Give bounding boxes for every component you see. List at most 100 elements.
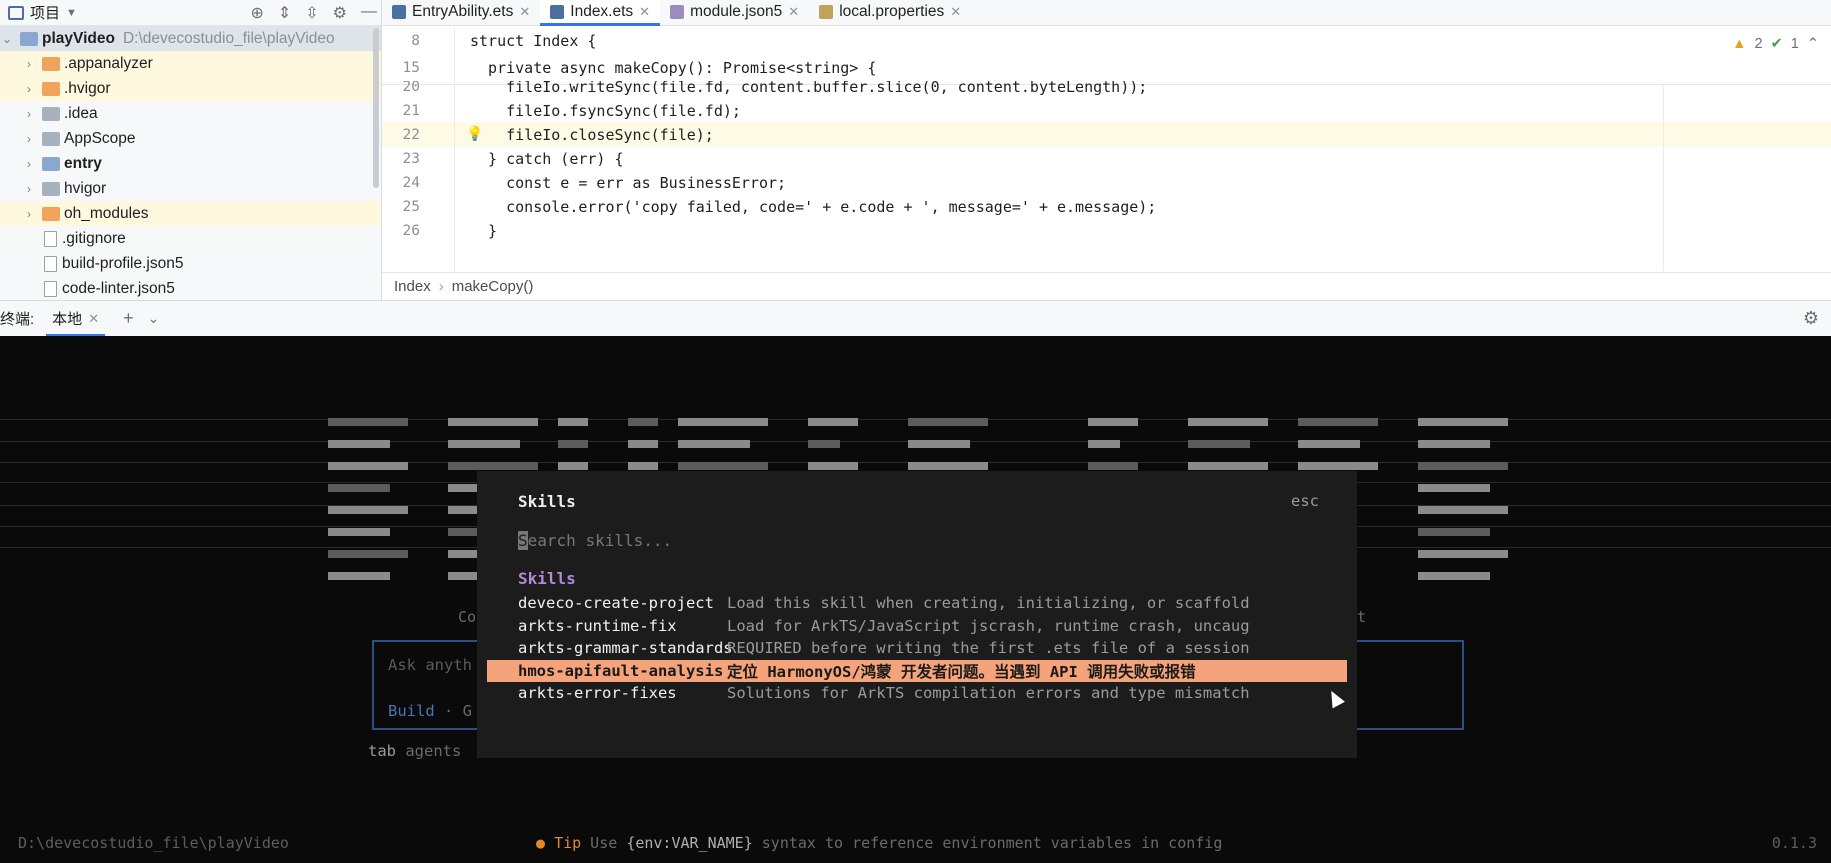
tree-item[interactable]: › hvigor	[0, 176, 381, 201]
tip-line: ● Tip Use {env:VAR_NAME} syntax to refer…	[536, 834, 1222, 852]
chevron-down-icon[interactable]: ⌄	[148, 310, 160, 327]
line-number: 22	[402, 126, 420, 143]
tab-key: tab	[368, 742, 396, 760]
code-line[interactable]: 25 console.error('copy failed, code=' + …	[382, 194, 1831, 219]
folder-icon	[42, 106, 60, 121]
banner-block	[1188, 462, 1268, 470]
lightbulb-icon[interactable]: 💡	[466, 125, 483, 142]
skills-dialog-title: Skills	[518, 492, 576, 511]
code-line[interactable]: 8 struct Index {	[382, 28, 1831, 53]
close-icon[interactable]: ✕	[639, 4, 650, 20]
banner-block	[678, 418, 768, 426]
locate-icon[interactable]: ⊕	[250, 3, 263, 23]
chevron-up-icon[interactable]: ⌃	[1807, 36, 1819, 52]
skills-section-header: Skills	[518, 569, 576, 588]
tree-root-playvideo[interactable]: ⌄ playVideo D:\devecostudio_file\playVideo	[0, 26, 381, 51]
banner-block	[1418, 528, 1490, 536]
terminal-settings-gear-icon[interactable]: ⚙	[1803, 308, 1819, 329]
terminal-screen[interactable]: Co t Ask anyth Build · G tab agents D:\d…	[0, 336, 1831, 863]
code-line[interactable]: 24 const e = err as BusinessError;	[382, 170, 1831, 195]
banner-block	[1298, 418, 1378, 426]
warning-icon: ▲	[1732, 36, 1747, 52]
tree-item[interactable]: › .idea	[0, 101, 381, 126]
chevron-right-icon[interactable]: ›	[22, 82, 36, 96]
tree-root-path: D:\devecostudio_file\playVideo	[122, 29, 335, 47]
skills-search-input[interactable]: Search skills...	[518, 531, 672, 550]
banner-block	[328, 440, 390, 448]
line-number: 26	[402, 222, 420, 239]
breadcrumb-item-method[interactable]: makeCopy()	[452, 278, 534, 295]
banner-block	[1188, 440, 1250, 448]
code-line[interactable]: 22 fileIo.closeSync(file);	[382, 122, 1831, 147]
close-icon[interactable]: ✕	[950, 4, 961, 20]
tree-item-label: .idea	[64, 104, 98, 122]
chevron-right-icon[interactable]: ›	[22, 182, 36, 196]
skills-dialog: Skills esc Search skills... Skills devec…	[477, 471, 1357, 758]
banner-block	[808, 462, 858, 470]
code-text: fileIo.fsyncSync(file.fd);	[470, 101, 741, 120]
breadcrumb-separator-icon: ›	[438, 278, 444, 295]
tree-item[interactable]: › entry	[0, 151, 381, 176]
terminal-tab-local[interactable]: 本地 ✕	[42, 301, 109, 337]
skill-item[interactable]: arkts-runtime-fix Load for ArkTS/JavaScri…	[487, 615, 1347, 637]
terminal-tab-label: 本地	[52, 311, 83, 328]
banner-block	[908, 418, 988, 426]
tab-agents-hint: tab agents	[368, 742, 461, 760]
code-text: fileIo.closeSync(file);	[470, 125, 714, 144]
skill-name: arkts-runtime-fix	[518, 616, 677, 635]
code-line[interactable]: 26 }	[382, 218, 1831, 243]
tree-item[interactable]: build-profile.json5	[0, 251, 381, 276]
chevron-right-icon[interactable]: ›	[22, 157, 36, 171]
tree-item[interactable]: › .appanalyzer	[0, 51, 381, 76]
skill-item[interactable]: hmos-apifault-analysis 定位 HarmonyOS/鸿蒙 开发…	[487, 659, 1347, 682]
file-icon	[44, 255, 57, 272]
editor-tab[interactable]: EntryAbility.ets ✕	[382, 0, 540, 25]
code-text: const e = err as BusinessError;	[470, 173, 787, 192]
editor-tab[interactable]: module.json5 ✕	[660, 0, 809, 25]
skill-item[interactable]: arkts-grammar-standards REQUIRED before w…	[487, 637, 1347, 659]
close-icon[interactable]: ✕	[88, 311, 99, 327]
code-line[interactable]: 21 fileIo.fsyncSync(file.fd);	[382, 98, 1831, 123]
expand-all-icon[interactable]: ⇕	[278, 3, 291, 23]
sidebar-scrollbar[interactable]	[373, 28, 379, 188]
ok-count: 1	[1790, 36, 1799, 52]
tree-item[interactable]: › AppScope	[0, 126, 381, 151]
skill-item[interactable]: arkts-error-fixes Solutions for ArkTS com…	[487, 682, 1347, 704]
skill-name: hmos-apifault-analysis	[518, 661, 724, 680]
terminal-label: 终端:	[0, 311, 35, 328]
banner-block	[558, 440, 588, 448]
banner-block	[328, 550, 408, 558]
chevron-down-icon[interactable]: ⌄	[0, 32, 14, 46]
code-text: struct Index {	[470, 31, 597, 50]
tree-item-label: .gitignore	[62, 229, 126, 247]
tree-item[interactable]: › .hvigor	[0, 76, 381, 101]
close-icon[interactable]: ✕	[788, 4, 799, 20]
editor-tab[interactable]: Index.ets ✕	[540, 0, 661, 26]
banner-block	[1298, 440, 1360, 448]
tree-item[interactable]: › oh_modules	[0, 201, 381, 226]
chevron-right-icon[interactable]: ›	[22, 207, 36, 221]
banner-block	[908, 462, 988, 470]
add-tab-icon[interactable]: +	[123, 308, 134, 329]
inspection-widget[interactable]: ▲ 2 ✔ 1 ⌃	[1732, 36, 1819, 52]
skill-item[interactable]: deveco-create-project Load this skill whe…	[487, 592, 1347, 614]
minimize-icon[interactable]: —	[361, 3, 377, 23]
tree-item[interactable]: code-linter.json5	[0, 276, 381, 301]
close-icon[interactable]: ✕	[519, 4, 530, 20]
chevron-right-icon[interactable]: ›	[22, 57, 36, 71]
code-line[interactable]: 23 } catch (err) {	[382, 146, 1831, 171]
code-line[interactable]: 15 private async makeCopy(): Promise<str…	[382, 55, 1831, 80]
editor-tab[interactable]: local.properties ✕	[809, 0, 971, 25]
gear-icon[interactable]: ⚙	[333, 3, 347, 23]
tree-item[interactable]: .gitignore	[0, 226, 381, 251]
right-margin-guide	[1663, 85, 1664, 271]
breadcrumb-item-struct[interactable]: Index	[394, 278, 431, 295]
chevron-right-icon[interactable]: ›	[22, 107, 36, 121]
project-view-selector[interactable]: 项目 ▼	[8, 2, 77, 23]
editor-tab-label: EntryAbility.ets	[412, 3, 514, 20]
banner-block	[328, 462, 408, 470]
chevron-right-icon[interactable]: ›	[22, 132, 36, 146]
collapse-all-icon[interactable]: ⇳	[305, 3, 318, 23]
banner-block	[1418, 440, 1490, 448]
esc-hint[interactable]: esc	[1291, 492, 1319, 510]
